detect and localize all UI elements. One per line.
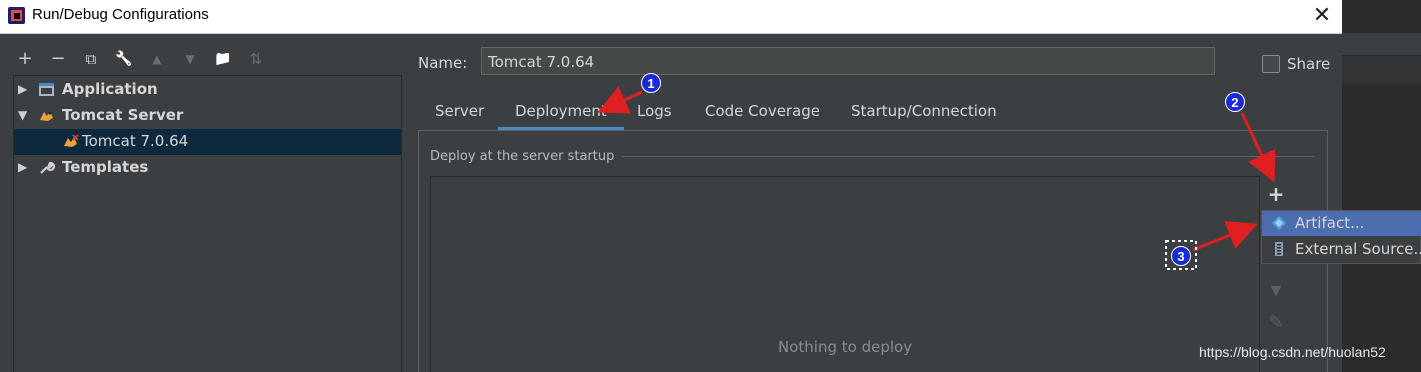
- menu-item-label: External Source...: [1295, 240, 1421, 258]
- tree-item-tomcat-server[interactable]: ▼ Tomcat Server: [14, 103, 401, 129]
- menu-item-external-source[interactable]: External Source...: [1262, 237, 1421, 262]
- window-title: Run/Debug Configurations: [32, 6, 209, 23]
- intellij-app-icon: [8, 7, 25, 24]
- tree-item-tomcat-7[interactable]: Tomcat 7.0.64: [14, 129, 401, 155]
- menu-item-artifact[interactable]: Artifact...: [1262, 211, 1421, 236]
- move-down-button[interactable]: ▼: [179, 46, 201, 72]
- move-down-deploy-button[interactable]: ▼: [1262, 278, 1290, 304]
- annotation-badge-3: 3: [1171, 246, 1191, 266]
- edit-deploy-button[interactable]: ✎: [1262, 310, 1290, 336]
- section-divider: [622, 156, 1315, 157]
- tab-code-coverage[interactable]: Code Coverage: [705, 96, 820, 130]
- config-tree: ▶ Application ▼ Tomcat Server Tomcat 7.0…: [13, 75, 402, 372]
- tab-startup-connection[interactable]: Startup/Connection: [851, 96, 997, 130]
- menu-item-label: Artifact...: [1295, 214, 1365, 232]
- wrench-icon: [40, 161, 55, 174]
- sort-button[interactable]: ⇅: [245, 46, 267, 72]
- tree-item-label: Application: [62, 80, 158, 98]
- tomcat-icon: [40, 111, 53, 121]
- remove-config-button[interactable]: −: [47, 46, 69, 72]
- tree-item-label: Tomcat 7.0.64: [82, 132, 189, 150]
- background-ide-toolbar: [1342, 56, 1421, 84]
- add-deploy-popup-menu: Artifact... External Source...: [1261, 210, 1421, 264]
- share-checkbox[interactable]: [1262, 55, 1280, 73]
- folder-button[interactable]: 📁: [212, 46, 234, 72]
- copy-config-button[interactable]: ⧉: [80, 46, 102, 72]
- tree-item-templates[interactable]: ▶ Templates: [14, 155, 401, 181]
- window-titlebar: Run/Debug Configurations ✕: [0, 0, 1342, 34]
- application-icon: [39, 83, 54, 96]
- add-deploy-button[interactable]: +: [1262, 181, 1290, 207]
- expand-arrow-icon[interactable]: ▶: [18, 82, 27, 96]
- expand-arrow-icon[interactable]: ▶: [18, 160, 27, 174]
- empty-list-text: Nothing to deploy: [778, 338, 913, 356]
- share-label: Share: [1287, 55, 1331, 73]
- section-title: Deploy at the server startup: [430, 149, 615, 164]
- wrench-button[interactable]: 🔧: [113, 46, 135, 72]
- tab-server[interactable]: Server: [435, 96, 484, 130]
- move-up-button[interactable]: ▲: [146, 46, 168, 72]
- tab-deployment[interactable]: Deployment: [498, 96, 624, 130]
- collapse-arrow-icon[interactable]: ▼: [18, 108, 27, 122]
- watermark-text: https://blog.csdn.net/huolan52: [1199, 344, 1386, 360]
- annotation-badge-2: 2: [1225, 92, 1245, 112]
- tomcat-icon: [64, 134, 79, 147]
- artifact-icon: [1272, 216, 1286, 230]
- external-source-icon: [1275, 242, 1283, 256]
- background-ide-editor: [1342, 0, 1421, 372]
- tab-logs[interactable]: Logs: [637, 96, 672, 130]
- tree-item-application[interactable]: ▶ Application: [14, 77, 401, 103]
- name-input[interactable]: Tomcat 7.0.64: [481, 47, 1215, 75]
- deploy-side-toolbar: + ▼ ✎: [1262, 176, 1290, 372]
- tree-item-label: Tomcat Server: [62, 106, 184, 124]
- tree-item-label: Templates: [62, 158, 149, 176]
- close-button[interactable]: ✕: [1308, 2, 1336, 30]
- background-ide-tabbar: [1342, 33, 1421, 56]
- add-config-button[interactable]: +: [14, 46, 36, 72]
- annotation-badge-1: 1: [641, 73, 661, 93]
- name-label: Name:: [418, 54, 468, 72]
